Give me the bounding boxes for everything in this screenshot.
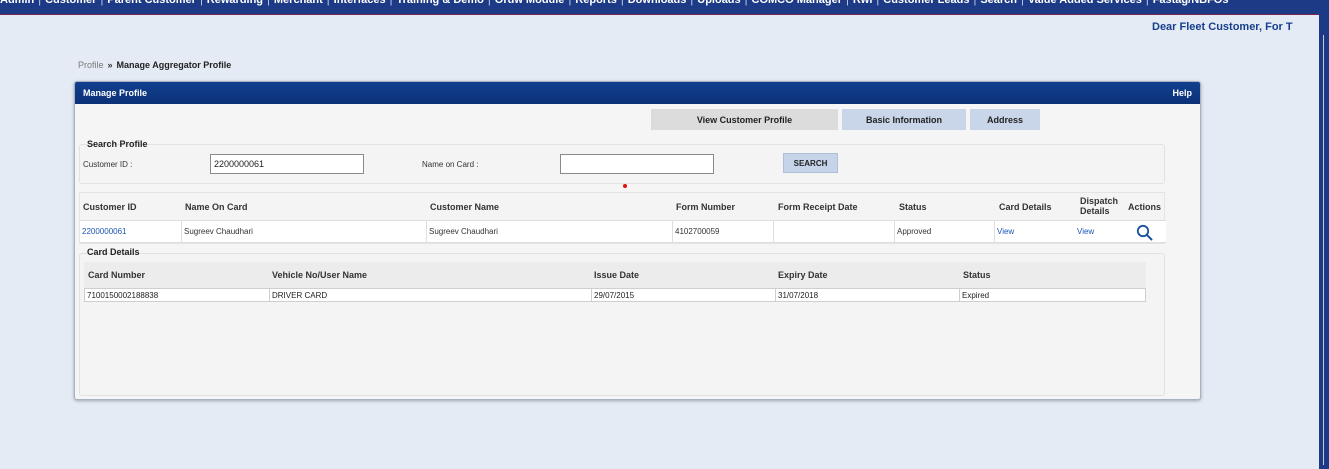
cell-card-status: Expired (959, 289, 1145, 301)
header-card-details: Card Details (999, 202, 1052, 212)
cell-vehicle: DRIVER CARD (269, 289, 591, 301)
cell-card-number: 7100150002188838 (87, 290, 159, 300)
customer-id-label: Customer ID : (83, 160, 133, 169)
header-actions: Actions (1128, 202, 1162, 212)
search-profile-title: Search Profile (87, 139, 148, 149)
header-vehicle: Vehicle No/User Name (272, 270, 368, 280)
nav-item-merchant[interactable]: Merchant (270, 0, 327, 6)
required-indicator-dot (623, 184, 627, 188)
cell-expiry-date: 31/07/2018 (775, 289, 959, 301)
card-details-view-link[interactable]: View (997, 227, 1014, 236)
header-form-number: Form Number (676, 202, 736, 212)
customer-id-input[interactable] (210, 154, 364, 174)
tab-address[interactable]: Address (970, 109, 1040, 130)
header-card-status: Status (963, 270, 991, 280)
nav-item-interfaces[interactable]: Interfaces (330, 0, 390, 6)
card-details-title: Card Details (87, 247, 140, 257)
announcement-marquee: Dear Fleet Customer, For TI (1152, 21, 1293, 33)
header-card-number: Card Number (88, 270, 146, 280)
cell-card-details: View (994, 221, 1075, 242)
nav-items: Admin | Customer | Parent Customer | Rewarding… (0, 0, 1232, 6)
cell-form-receipt-date (773, 221, 894, 242)
cell-status: Approved (894, 221, 994, 242)
scrollbar-track[interactable] (1323, 35, 1324, 465)
breadcrumb-profile-link[interactable]: Profile (78, 60, 104, 70)
header-customer-name: Customer Name (430, 202, 500, 212)
panel-title: Manage Profile (83, 88, 148, 98)
nav-item-training-demo[interactable]: Training & Demo (393, 0, 488, 6)
cell-name-on-card: Sugreev Chaudhari (181, 221, 426, 242)
name-on-card-input[interactable] (560, 154, 714, 174)
nav-item-downloads[interactable]: Downloads (624, 0, 691, 6)
nav-item-reports[interactable]: Reports (571, 0, 621, 6)
nav-item-comco-manager[interactable]: COMCO Manager (748, 0, 846, 6)
header-dispatch-line2: Details (1080, 206, 1110, 216)
nav-item-search[interactable]: Search (976, 0, 1021, 6)
table-row: 7100150002188838 DRIVER CARD 29/07/2015 … (84, 288, 1146, 302)
search-icon[interactable] (1136, 224, 1153, 246)
right-edge-bar (1319, 0, 1329, 469)
nav-item-fastag-nbfos[interactable]: Fastag/NBFOs (1149, 0, 1233, 6)
header-dispatch-details: Dispatch Details (1080, 196, 1118, 216)
cell-form-number: 4102700059 (672, 221, 773, 242)
tab-basic-information[interactable]: Basic Information (842, 109, 966, 130)
customer-id-link[interactable]: 2200000061 (82, 227, 127, 236)
header-issue-date: Issue Date (594, 270, 640, 280)
header-dispatch-line1: Dispatch (1080, 196, 1119, 206)
card-details-box: Card Number Vehicle No/User Name Issue D… (79, 253, 1165, 396)
panel-header: Manage Profile Help (75, 82, 1200, 104)
breadcrumb-current: Manage Aggregator Profile (116, 60, 232, 70)
header-expiry-date: Expiry Date (778, 270, 828, 280)
cell-customer-id[interactable]: 2200000061 (80, 221, 181, 242)
nav-item-rewarding[interactable]: Rewarding (203, 0, 267, 6)
cell-customer-name: Sugreev Chaudhari (426, 221, 672, 242)
search-button[interactable]: SEARCH (783, 153, 838, 173)
nav-item-uploads[interactable]: Uploads (693, 0, 744, 6)
header-customer-id: Customer ID (83, 202, 137, 212)
nav-item-parent-customer[interactable]: Parent Customer (103, 0, 200, 6)
dispatch-details-view-link[interactable]: View (1077, 227, 1094, 236)
tab-view-customer-profile[interactable]: View Customer Profile (651, 109, 838, 130)
cell-dispatch-details: View (1075, 221, 1125, 242)
nav-item-rwi[interactable]: Rwi (849, 0, 877, 6)
header-name-on-card: Name On Card (185, 202, 248, 212)
cell-issue-date: 29/07/2015 (591, 289, 775, 301)
search-icon-svg (1136, 224, 1153, 241)
help-link[interactable]: Help (1172, 88, 1192, 98)
nav-item-value-added-services[interactable]: Value Added Services (1024, 0, 1146, 6)
nav-item-admin[interactable]: Admin (0, 0, 38, 6)
name-on-card-label: Name on Card : (422, 160, 479, 169)
results-table: Customer ID Name On Card Customer Name F… (79, 192, 1166, 244)
table-row: 2200000061 Sugreev Chaudhari Sugreev Cha… (80, 220, 1166, 243)
nav-item-ordw-module[interactable]: Ordw Module (491, 0, 569, 6)
breadcrumb: Profile» Manage Aggregator Profile (78, 60, 231, 70)
nav-item-customer[interactable]: Customer (41, 0, 100, 6)
manage-profile-panel: Manage Profile Help View Customer Profil… (74, 81, 1201, 400)
top-navigation-bar: Admin | Customer | Parent Customer | Rewarding… (0, 0, 1319, 15)
breadcrumb-separator: » (107, 60, 113, 70)
header-form-receipt-date: Form Receipt Date (778, 202, 858, 212)
nav-item-customer-leads[interactable]: Customer Leads (879, 0, 973, 6)
header-status: Status (899, 202, 927, 212)
